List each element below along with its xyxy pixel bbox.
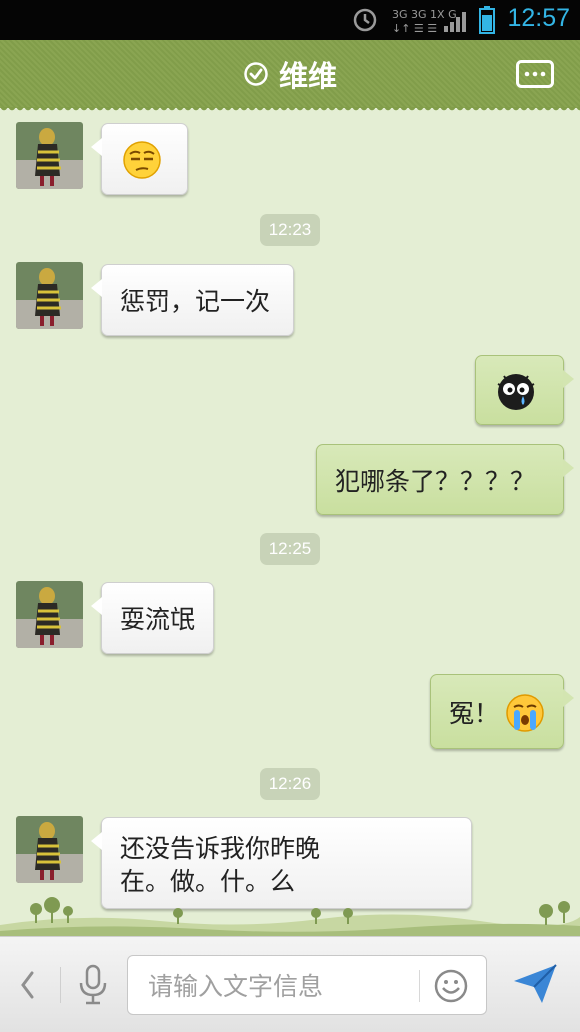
smirk-emoji bbox=[123, 141, 161, 179]
avatar[interactable] bbox=[16, 122, 83, 189]
emoji-icon[interactable] bbox=[433, 968, 469, 1004]
avatar[interactable] bbox=[16, 262, 83, 329]
message-bubble-incoming[interactable]: 惩罚，记一次 bbox=[91, 264, 294, 336]
send-icon[interactable] bbox=[512, 963, 558, 1005]
back-chevron-icon[interactable] bbox=[16, 967, 40, 1003]
title-bar: 维维 bbox=[0, 40, 580, 113]
message-text: 惩罚，记一次 bbox=[120, 287, 271, 316]
status-bar: 3G 3G 1X G ↓↑ ☰ ☰ 12:57 bbox=[0, 0, 580, 40]
message-text-line: 在。做。什。么 bbox=[120, 867, 296, 896]
microphone-icon[interactable] bbox=[76, 963, 110, 1007]
online-check-icon bbox=[244, 62, 268, 86]
avatar[interactable] bbox=[16, 816, 83, 883]
crying-bug-emoji bbox=[497, 374, 535, 410]
message-input-placeholder: 请输入文字信息 bbox=[148, 972, 324, 1001]
timestamp: 12:25 bbox=[260, 533, 320, 565]
message-bubble-outgoing[interactable]: 犯哪条了？？？？ bbox=[316, 444, 574, 515]
scenery-decoration bbox=[0, 897, 580, 937]
chat-area[interactable]: 12:23 惩罚，记一次 犯哪条了？？？？ 12:25 耍流氓 冤！ 12:26… bbox=[0, 108, 580, 936]
alarm-icon bbox=[353, 8, 377, 32]
message-bubble-outgoing[interactable] bbox=[475, 355, 574, 425]
network-3g-icon: 3G 3G 1X G ↓↑ ☰ ☰ bbox=[392, 8, 466, 34]
crying-face-emoji bbox=[506, 694, 544, 732]
message-bubble-incoming[interactable] bbox=[91, 123, 188, 195]
input-bar: 请输入文字信息 bbox=[0, 936, 580, 1032]
message-text: 耍流氓 bbox=[120, 605, 196, 634]
chat-title: 维维 bbox=[278, 59, 337, 93]
more-menu-icon[interactable] bbox=[516, 60, 554, 88]
message-bubble-incoming[interactable]: 耍流氓 bbox=[91, 582, 214, 654]
message-text: 冤！ bbox=[449, 698, 500, 728]
svg-text:3G 3G 1X G: 3G 3G 1X G bbox=[392, 8, 457, 21]
divider bbox=[419, 970, 420, 1002]
message-input[interactable]: 请输入文字信息 bbox=[127, 955, 487, 1015]
message-text: 犯哪条了？？？？ bbox=[335, 466, 536, 496]
svg-text:↓↑ ☰ ☰: ↓↑ ☰ ☰ bbox=[392, 22, 437, 34]
battery-icon bbox=[479, 6, 495, 34]
message-bubble-outgoing[interactable]: 冤！ bbox=[430, 674, 574, 749]
timestamp: 12:26 bbox=[260, 768, 320, 800]
divider bbox=[60, 967, 61, 1003]
clock: 12:57 bbox=[507, 4, 570, 32]
message-text-line: 还没告诉我你昨晚 bbox=[120, 834, 321, 863]
avatar[interactable] bbox=[16, 581, 83, 648]
timestamp: 12:23 bbox=[260, 214, 320, 246]
